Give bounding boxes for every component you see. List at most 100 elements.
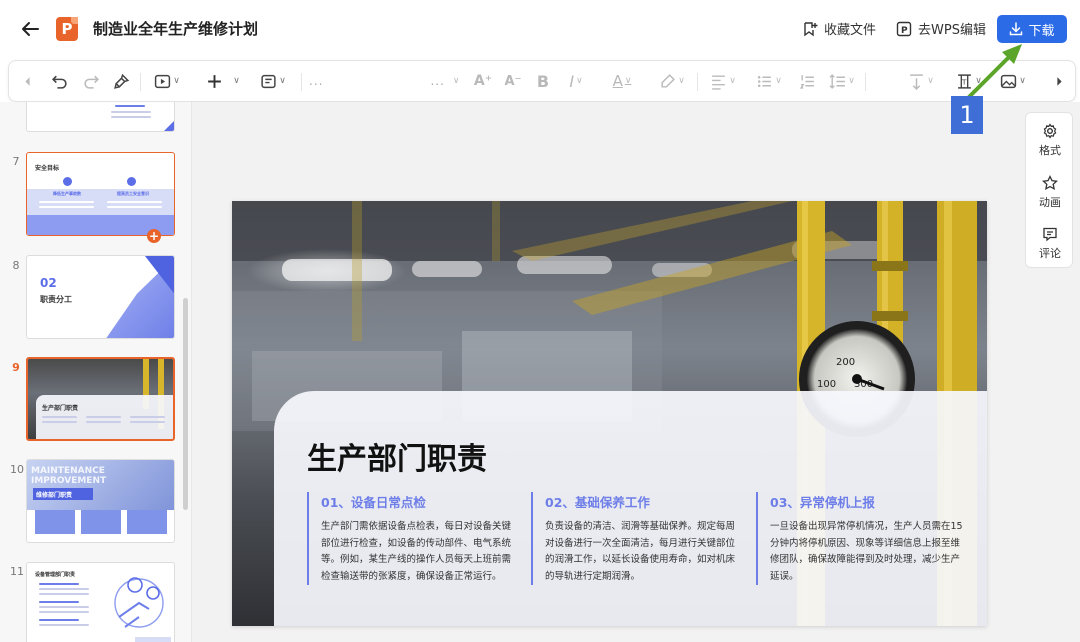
layout-button[interactable]: ∨ [253, 61, 293, 101]
duty-description: 负责设备的清洁、润滑等基础保养。规定每周对设备进行一次全面清洁，每月进行关键部位… [545, 521, 736, 582]
star-animation-icon [1042, 175, 1058, 191]
format-panel-button[interactable]: 格式 [1026, 123, 1074, 158]
duty-description: 一旦设备出现异常停机情况，生产人员需在15分钟内将停机原因、现象等详细信息上报至… [770, 521, 963, 582]
wps-edit-button[interactable]: P 去WPS编辑 [896, 19, 986, 38]
toolbar-scroll-left-button[interactable] [17, 61, 37, 101]
font-name-value: ... [309, 74, 324, 88]
thumb-title: 维修部门职责 [36, 492, 73, 499]
wps-p-icon: P [896, 21, 912, 36]
play-icon [155, 74, 171, 88]
thumb-section-number: 02 [40, 276, 57, 290]
presentation-logo-icon: P [56, 17, 78, 41]
toolbar-divider [697, 73, 698, 91]
slide-thumbnail-6[interactable] [26, 102, 175, 132]
bold-button[interactable]: B [531, 61, 555, 101]
thumbnail-scrollbar[interactable] [183, 298, 188, 510]
comment-panel-button[interactable]: 评论 [1026, 226, 1074, 261]
increase-font-button[interactable]: A⁺ [471, 61, 495, 101]
undo-button[interactable] [47, 61, 71, 101]
font-color-icon: A [612, 72, 623, 90]
bold-icon: B [536, 71, 550, 91]
duty-column-1[interactable]: 01、设备日常点检 生产部门需依据设备点检表，每日对设备关键部位进行检查，如设备… [307, 492, 517, 585]
text-direction-button[interactable]: ∨ [901, 61, 941, 101]
download-button[interactable]: 下载 [997, 15, 1067, 43]
bullet-list-button[interactable]: ∨ [751, 61, 787, 101]
text-direction-icon [910, 73, 924, 90]
thumb-title: 职责分工 [40, 295, 72, 304]
formatting-toolbar: ∨ ∨ ∨ ... ... ∨ A⁺ A⁻ B I ∨ A ∨ ∨ ∨ ∨ ∨ ∨ [8, 60, 1076, 102]
decrease-font-button[interactable]: A⁻ [501, 61, 525, 101]
gear-icon [1043, 123, 1057, 139]
thumb-subtitle: 降低生产事故数 [53, 191, 81, 196]
slide-thumbnail-11[interactable]: 设备管理部门职责 [26, 562, 175, 642]
annotation-step-badge: 1 [951, 96, 983, 134]
gauge-label: 100 [817, 379, 836, 390]
bookmark-add-icon [804, 21, 818, 36]
thumb-title: 设备管理部门职责 [35, 572, 76, 578]
current-slide[interactable]: 100 200 300 生产部门职责 01、设备日常点检 生产部门需依据设备点检… [232, 201, 987, 626]
redo-button[interactable] [79, 61, 103, 101]
gears-illustration-icon [114, 577, 171, 642]
wps-edit-label: 去WPS编辑 [918, 23, 986, 38]
slide-thumbnail-10[interactable]: MAINTENANCE IMPROVEMENT 维修部门职责 [26, 459, 175, 543]
font-size-dropdown[interactable]: ... ∨ [423, 61, 467, 101]
slide-thumbnail-9[interactable]: 生产部门职责 [26, 357, 175, 441]
comment-panel-label: 评论 [1039, 247, 1061, 260]
thumb-subtitle: 提高员工安全意识 [117, 191, 149, 196]
toolbar-scroll-right-button[interactable] [1049, 61, 1069, 101]
collect-file-button[interactable]: 收藏文件 [802, 19, 876, 38]
toolbar-divider [865, 73, 866, 91]
collect-file-label: 收藏文件 [824, 23, 877, 38]
italic-button[interactable]: I ∨ [561, 61, 591, 101]
format-panel-label: 格式 [1039, 144, 1061, 157]
format-painter-button[interactable] [109, 61, 133, 101]
chevron-down-icon: ∨ [452, 76, 460, 86]
chevron-down-icon: ∨ [233, 76, 240, 86]
animation-panel-label: 动画 [1039, 196, 1061, 209]
bullet-list-icon [758, 75, 772, 87]
line-spacing-button[interactable]: ∨ [825, 61, 859, 101]
app-header: P 制造业全年生产维修计划 收藏文件 P 去WPS编辑 下载 [0, 0, 1080, 58]
slide-thumbnail-8[interactable]: 02 职责分工 [26, 255, 175, 339]
font-name-dropdown[interactable]: ... [309, 61, 409, 101]
layout-icon [261, 74, 276, 88]
duty-column-2[interactable]: 02、基础保养工作 负责设备的清洁、润滑等基础保养。规定每周对设备进行一次全面清… [531, 492, 741, 585]
duty-description: 生产部门需依据设备点检表，每日对设备关键部位进行检查，如设备的传动部件、电气系统… [321, 521, 512, 582]
italic-icon: I [569, 71, 575, 91]
animation-panel-button[interactable]: 动画 [1026, 175, 1074, 210]
document-title: 制造业全年生产维修计划 [93, 20, 259, 38]
font-color-button[interactable]: A ∨ [605, 61, 639, 101]
slide-thumbnail-7[interactable]: 安全目标 降低生产事故数 提高员工安全意识 [26, 152, 175, 236]
toolbar-divider [140, 73, 141, 91]
back-button[interactable] [18, 16, 44, 42]
duty-heading: 02、基础保养工作 [545, 495, 650, 510]
play-button[interactable]: ∨ [147, 61, 187, 101]
chevron-left-icon [24, 76, 30, 86]
numbered-list-button[interactable] [795, 61, 819, 101]
add-slide-button[interactable]: + [147, 229, 161, 243]
chevron-right-icon [1056, 76, 1062, 86]
slide-number: 9 [12, 361, 20, 374]
undo-icon [51, 75, 67, 89]
thumb-title: 生产部门职责 [42, 405, 79, 412]
slide-title[interactable]: 生产部门职责 [307, 434, 487, 478]
annotation-arrow-icon [966, 44, 1022, 100]
chevron-down-icon: ∨ [173, 76, 180, 86]
duty-column-3[interactable]: 03、异常停机上报 一旦设备出现异常停机情况，生产人员需在15分钟内将停机原因、… [756, 492, 966, 585]
right-side-panel: 格式 动画 评论 [1025, 112, 1073, 268]
thumb-title: 安全目标 [35, 165, 60, 172]
download-icon [1010, 22, 1023, 36]
highlight-icon [661, 73, 676, 88]
redo-icon [83, 75, 99, 89]
insert-button[interactable]: ∨ [197, 61, 249, 101]
download-label: 下载 [1028, 23, 1055, 39]
arrow-left-icon [22, 22, 39, 36]
slide-number: 11 [10, 565, 24, 578]
format-painter-icon [113, 73, 129, 89]
align-button[interactable]: ∨ [705, 61, 741, 101]
svg-text:P: P [901, 26, 908, 36]
duty-heading: 01、设备日常点检 [321, 495, 426, 510]
highlight-button[interactable]: ∨ [655, 61, 689, 101]
duty-heading: 03、异常停机上报 [770, 495, 875, 510]
chevron-down-icon: ∨ [279, 76, 286, 86]
